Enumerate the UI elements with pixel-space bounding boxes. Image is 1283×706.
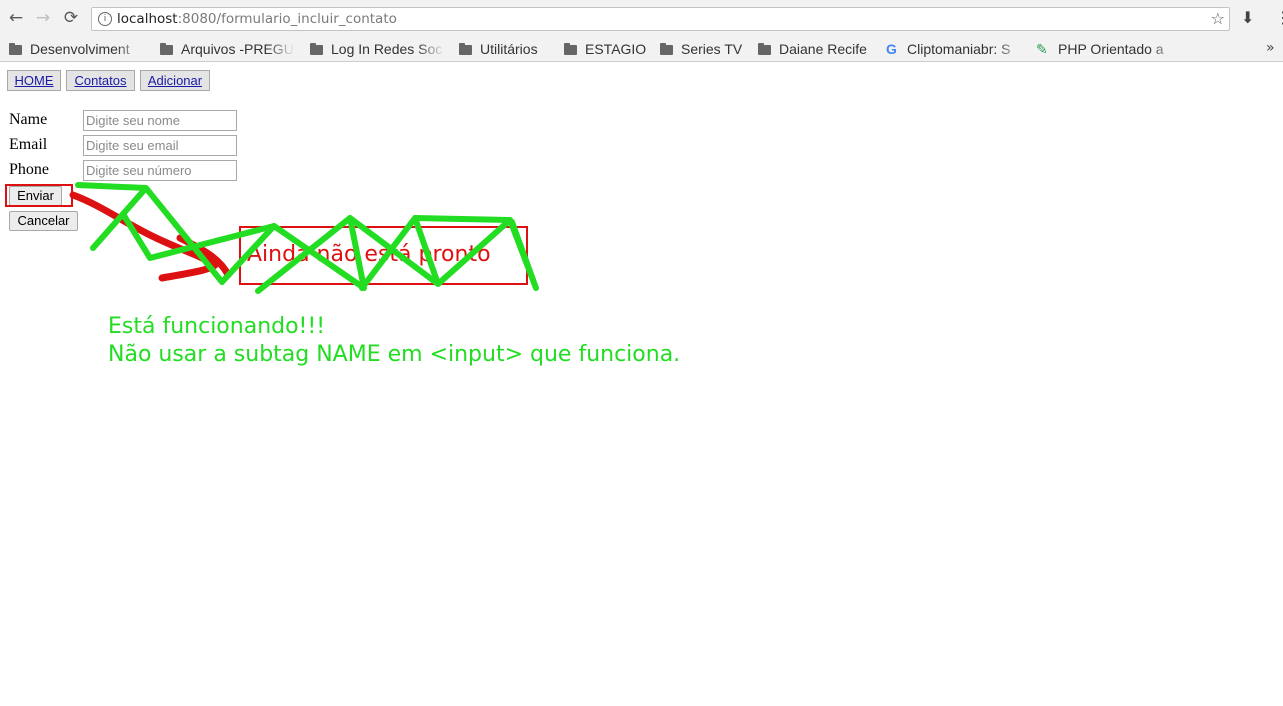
folder-icon: [758, 43, 771, 55]
cancel-button[interactable]: Cancelar: [9, 211, 78, 231]
bookmark-label: PHP Orientado a: [1058, 41, 1164, 57]
bookmark-label: Desenvolviment: [30, 41, 130, 57]
bookmark-label: Cliptomaniabr: S: [907, 41, 1011, 57]
phone-label: Phone: [9, 161, 49, 178]
bookmarks-more-icon[interactable]: »: [1266, 37, 1275, 61]
bookmark-label: Utilitários: [480, 41, 538, 57]
adicionar-button[interactable]: Adicionar: [140, 70, 210, 91]
url-path: :8080/formulario_incluir_contato: [177, 11, 397, 27]
green-note-line1: Está funcionando!!!: [108, 314, 326, 339]
folder-icon: [660, 43, 673, 55]
url-text[interactable]: localhost:8080/formulario_incluir_contat…: [117, 11, 397, 27]
address-bar[interactable]: i localhost:8080/formulario_incluir_cont…: [91, 7, 1230, 31]
phone-field[interactable]: [83, 160, 237, 181]
bookmark-daiane-recife[interactable]: Daiane Recife: [758, 39, 867, 59]
google-icon: G: [886, 41, 897, 57]
email-field[interactable]: [83, 135, 237, 156]
folder-icon: [310, 43, 323, 55]
name-field[interactable]: [83, 110, 237, 131]
email-label: Email: [9, 136, 48, 153]
bookmark-series-tv[interactable]: Series TV: [660, 39, 742, 59]
menu-icon[interactable]: ⋮: [1275, 8, 1283, 27]
forward-arrow-icon[interactable]: →: [33, 8, 53, 28]
info-icon[interactable]: i: [98, 12, 112, 26]
bookmark-label: ESTAGIO: [585, 41, 647, 57]
bookmark-estagio[interactable]: ESTAGIO: [564, 39, 646, 59]
bookmark-utilitarios[interactable]: Utilitários: [459, 39, 538, 59]
reload-icon[interactable]: ⟳: [61, 8, 81, 28]
download-icon[interactable]: ⬇: [1241, 8, 1254, 27]
name-label: Name: [9, 111, 48, 128]
submit-highlight-box: [5, 184, 73, 207]
bookmark-label: Series TV: [681, 41, 743, 57]
pen-icon: ✎: [1036, 41, 1048, 57]
bookmark-star-icon[interactable]: ☆: [1211, 9, 1225, 28]
bookmarks-bar: Desenvolviment Arquivos -PREGU Log In Re…: [0, 37, 1283, 62]
folder-icon: [459, 43, 472, 55]
bookmark-label: Daiane Recife: [779, 41, 867, 57]
red-message-text: Ainda não está pronto: [247, 242, 491, 267]
folder-icon: [564, 43, 577, 55]
red-arrow-stroke: [69, 191, 232, 282]
red-message-box: Ainda não está pronto: [239, 226, 528, 285]
back-arrow-icon[interactable]: ←: [6, 8, 26, 28]
home-button[interactable]: HOME: [7, 70, 61, 91]
browser-toolbar: ← → ⟳ i localhost:8080/formulario_inclui…: [0, 0, 1283, 37]
green-note-line2: Não usar a subtag NAME em <input> que fu…: [108, 342, 681, 367]
contatos-button[interactable]: Contatos: [66, 70, 135, 91]
folder-icon: [9, 43, 22, 55]
folder-icon: [160, 43, 173, 55]
url-host: localhost: [117, 11, 178, 27]
